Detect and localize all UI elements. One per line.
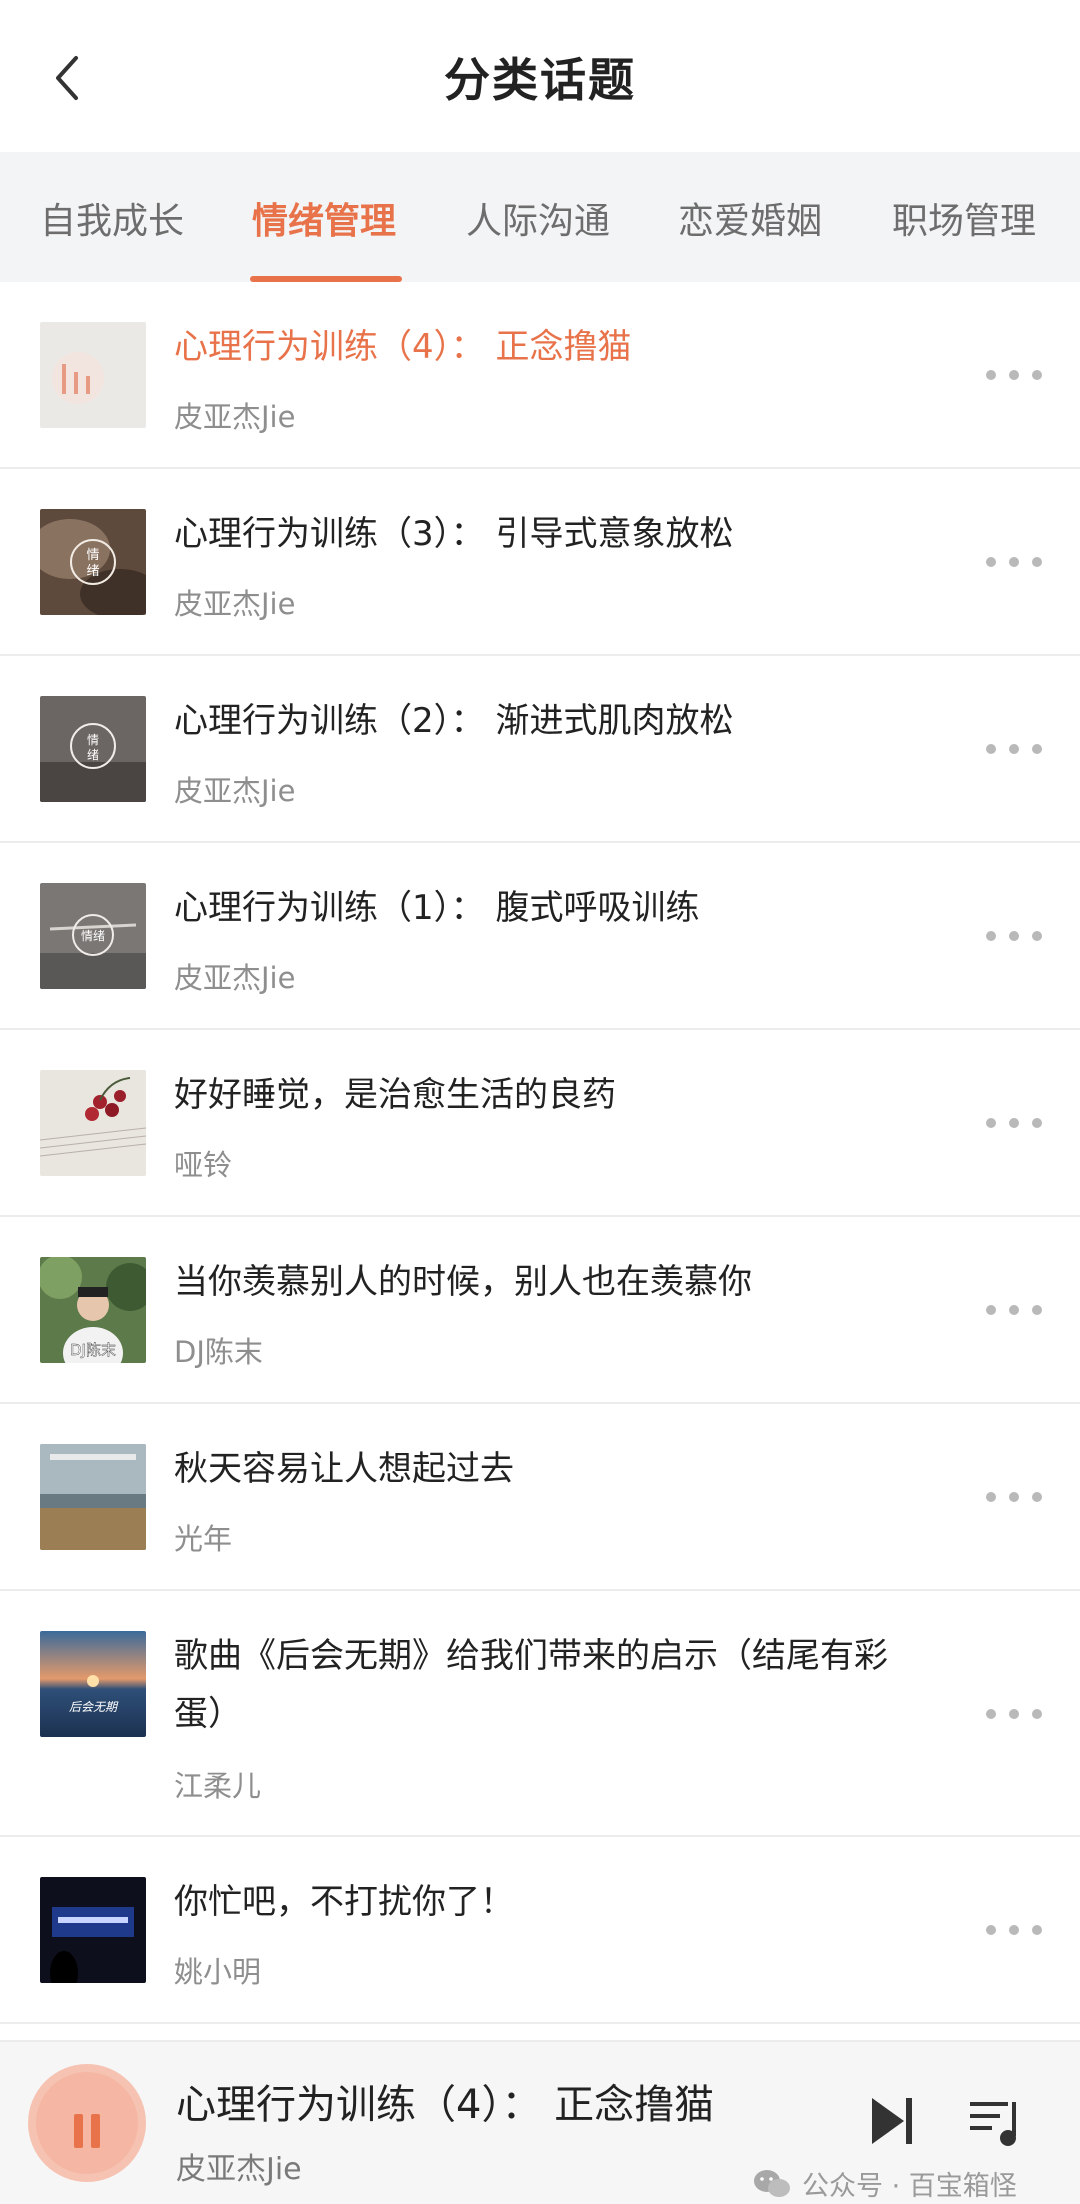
list-item[interactable]: 情 绪 心理行为训练（3）： 引导式意象放松 皮亚杰Jie <box>0 469 1080 656</box>
list-item[interactable]: 心理行为训练（4）： 正念撸猫 皮亚杰Jie <box>0 282 1080 469</box>
more-options-button[interactable] <box>986 921 1042 951</box>
more-options-button[interactable] <box>986 734 1042 764</box>
topic-list: 心理行为训练（4）： 正念撸猫 皮亚杰Jie 情 绪 心理行为训练（3）： 引导… <box>0 282 1080 2024</box>
item-author: 皮亚杰Jie <box>174 774 296 808</box>
item-author: 皮亚杰Jie <box>174 587 296 621</box>
player-track-author: 皮亚杰Jie <box>176 2152 302 2187</box>
thumbnail: DJ陈末 <box>40 1257 146 1363</box>
tab-emotion-management[interactable]: 情绪管理 <box>252 192 396 282</box>
list-item[interactable]: 秋天容易让人想起过去 光年 <box>0 1404 1080 1591</box>
list-item[interactable]: 后会无期 歌曲《后会无期》给我们带来的启示（结尾有彩蛋） 江柔儿 <box>0 1591 1080 1837</box>
playlist-button[interactable] <box>968 2096 1026 2150</box>
thumbnail <box>40 1444 146 1550</box>
svg-text:绪: 绪 <box>87 748 99 762</box>
item-title: 当你羡慕别人的时候，别人也在羡慕你 <box>174 1262 752 1302</box>
tab-love-marriage[interactable]: 恋爱婚姻 <box>678 192 822 282</box>
skip-next-icon <box>872 2098 912 2144</box>
item-title: 秋天容易让人想起过去 <box>174 1449 514 1489</box>
list-item[interactable]: 情绪 心理行为训练（1）： 腹式呼吸训练 皮亚杰Jie <box>0 843 1080 1030</box>
watermark: 公众号 · 百宝箱怪 <box>752 2164 1017 2203</box>
player-track-title: 心理行为训练（4）： 正念撸猫 <box>176 2082 715 2128</box>
svg-text:情: 情 <box>86 548 99 563</box>
list-item[interactable]: 你忙吧，不打扰你了！ 姚小明 <box>0 1837 1080 2024</box>
item-title: 你忙吧，不打扰你了！ <box>174 1882 514 1922</box>
pause-icon <box>36 2072 138 2174</box>
more-options-button[interactable] <box>986 1915 1042 1945</box>
list-item[interactable]: DJ陈末 当你羡慕别人的时候，别人也在羡慕你 DJ陈末 <box>0 1217 1080 1404</box>
more-options-button[interactable] <box>986 1295 1042 1325</box>
more-options-button[interactable] <box>986 1108 1042 1138</box>
item-author: DJ陈末 <box>174 1335 263 1369</box>
more-options-button[interactable] <box>986 360 1042 390</box>
header: 分类话题 <box>0 0 1080 152</box>
item-author: 光年 <box>174 1522 233 1556</box>
item-title: 心理行为训练（3）： 引导式意象放松 <box>174 514 734 554</box>
tab-self-growth[interactable]: 自我成长 <box>40 192 184 282</box>
svg-text:后会无期: 后会无期 <box>69 1700 119 1714</box>
next-track-button[interactable] <box>868 2094 918 2148</box>
mini-player[interactable]: 心理行为训练（4）： 正念撸猫 皮亚杰Jie 公众号 · 百宝箱怪 <box>0 2040 1080 2204</box>
list-item[interactable]: 好好睡觉，是治愈生活的良药 哑铃 <box>0 1030 1080 1217</box>
thumbnail: 情 绪 <box>40 509 146 615</box>
more-options-button[interactable] <box>986 1699 1042 1729</box>
svg-text:绪: 绪 <box>86 564 99 579</box>
tab-interpersonal[interactable]: 人际沟通 <box>466 192 610 282</box>
item-author: 姚小明 <box>174 1955 262 1989</box>
item-author: 皮亚杰Jie <box>174 400 296 434</box>
wechat-icon <box>754 2169 790 2197</box>
item-author: 哑铃 <box>174 1148 233 1182</box>
thumbnail <box>40 1070 146 1176</box>
category-tabs: 自我成长 情绪管理 人际沟通 恋爱婚姻 职场管理 <box>0 152 1080 282</box>
item-author: 皮亚杰Jie <box>174 961 296 995</box>
more-options-button[interactable] <box>986 1482 1042 1512</box>
pause-button[interactable] <box>28 2064 146 2182</box>
svg-text:情绪: 情绪 <box>81 929 105 943</box>
page-title: 分类话题 <box>444 53 636 107</box>
item-title: 心理行为训练（1）： 腹式呼吸训练 <box>174 888 700 928</box>
thumbnail <box>40 322 146 428</box>
item-author: 江柔儿 <box>174 1769 262 1803</box>
svg-text:DJ陈末: DJ陈末 <box>70 1341 116 1359</box>
tab-workplace[interactable]: 职场管理 <box>892 192 1036 282</box>
item-title: 好好睡觉，是治愈生活的良药 <box>174 1075 616 1115</box>
thumbnail: 后会无期 <box>40 1631 146 1737</box>
thumbnail: 情 绪 <box>40 696 146 802</box>
thumbnail: 情绪 <box>40 883 146 989</box>
list-item[interactable]: 情 绪 心理行为训练（2）： 渐进式肌肉放松 皮亚杰Jie <box>0 656 1080 843</box>
more-options-button[interactable] <box>986 547 1042 577</box>
item-title: 歌曲《后会无期》给我们带来的启示（结尾有彩蛋） <box>174 1636 888 1734</box>
playlist-icon <box>970 2102 1016 2146</box>
item-title: 心理行为训练（4）： 正念撸猫 <box>174 327 632 367</box>
svg-text:情: 情 <box>87 733 99 747</box>
watermark-text: 公众号 · 百宝箱怪 <box>802 2171 1017 2202</box>
thumbnail <box>40 1877 146 1983</box>
item-title: 心理行为训练（2）： 渐进式肌肉放松 <box>174 701 734 741</box>
